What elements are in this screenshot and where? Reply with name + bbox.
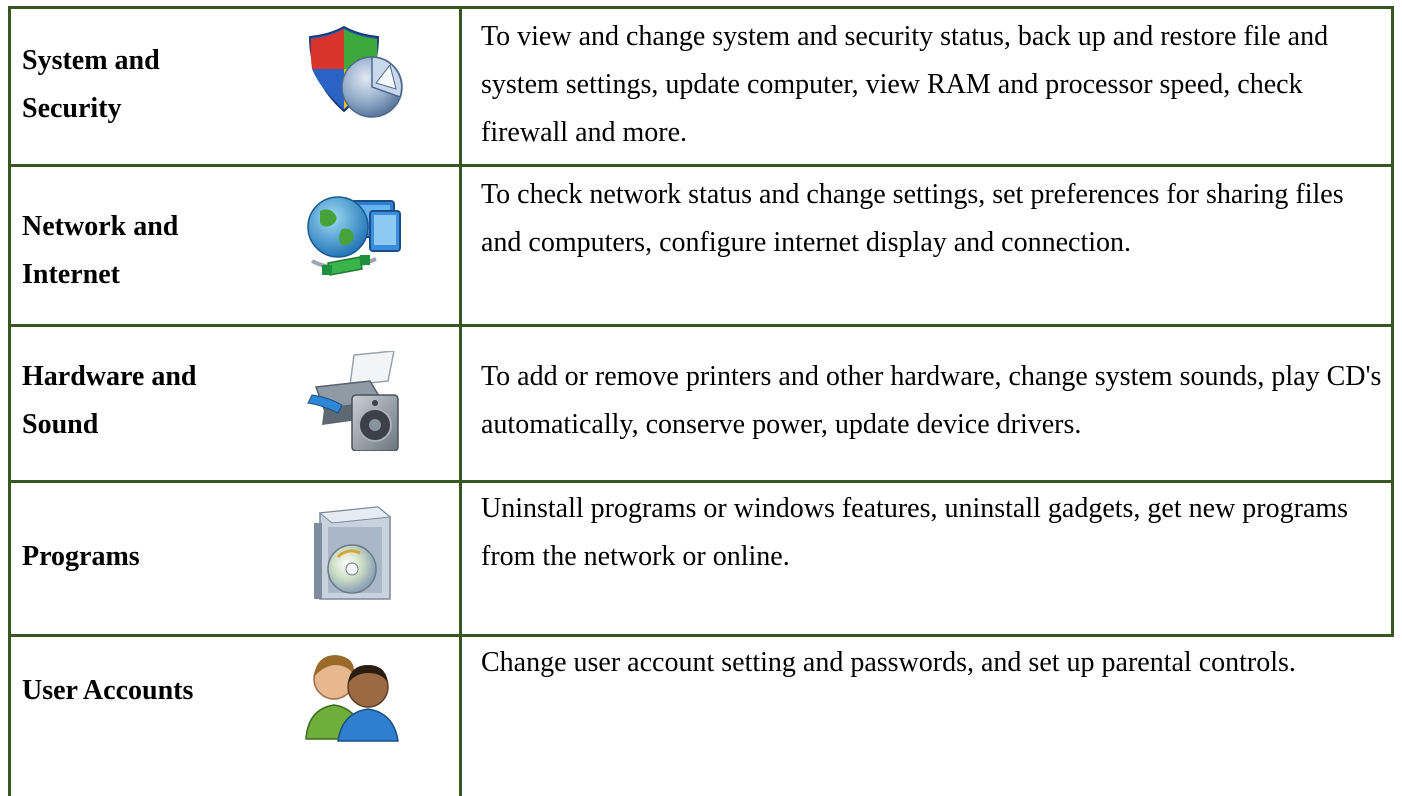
category-title-line: Hardware and (22, 361, 197, 392)
category-title-line: User Accounts (22, 675, 194, 706)
category-description: Change user account setting and password… (481, 647, 1296, 678)
category-title-line: System and (22, 45, 160, 76)
category-title-line: Sound (22, 409, 99, 440)
category-description: To view and change system and security s… (481, 21, 1329, 148)
category-title-line: Security (22, 93, 122, 124)
table-row: System and Security To view and change s… (8, 9, 1394, 164)
category-description: To check network status and change setti… (481, 179, 1344, 258)
category-title: Network and Internet (22, 203, 178, 299)
shield-pie-chart-icon (298, 23, 408, 123)
control-panel-categories-table: System and Security To view and change s… (8, 6, 1394, 796)
software-box-disc-icon (298, 503, 408, 603)
category-title-line: Internet (22, 259, 120, 290)
table-row: User Accounts Change user account settin… (8, 637, 1394, 796)
category-description: To add or remove printers and other hard… (481, 361, 1382, 440)
table-row: Hardware and Sound To add or remove prin… (8, 327, 1394, 480)
category-title-line: Network and (22, 211, 179, 242)
category-title-line: Programs (22, 541, 140, 572)
category-title: Hardware and Sound (22, 353, 197, 449)
users-icon (298, 643, 408, 743)
table-row: Programs Uninstall programs or windows f… (8, 483, 1394, 634)
category-title: System and Security (22, 37, 160, 133)
table-row: Network and Internet To check network st… (8, 167, 1394, 324)
globe-network-icon (298, 189, 408, 289)
category-description: Uninstall programs or windows features, … (481, 493, 1349, 572)
category-title: Programs (22, 533, 140, 581)
category-title: User Accounts (22, 667, 193, 715)
printer-speaker-icon (298, 350, 408, 452)
